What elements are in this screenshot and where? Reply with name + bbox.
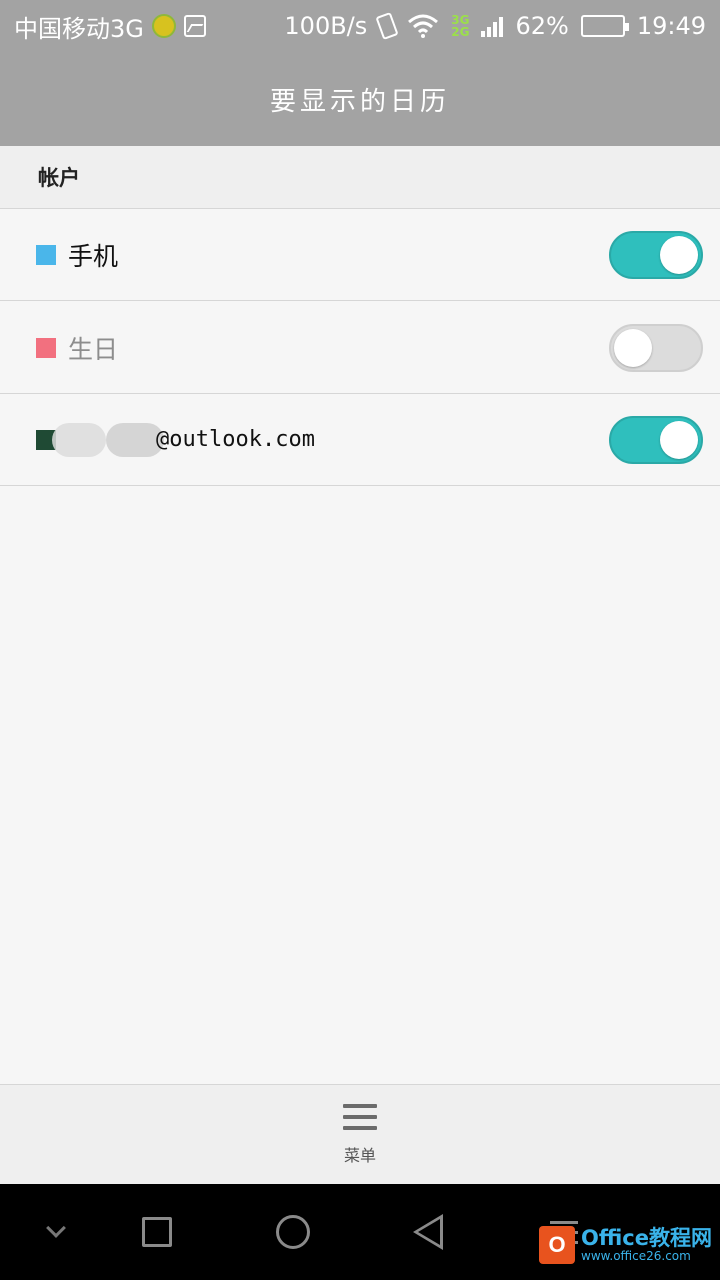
toggle-phone[interactable] <box>609 230 703 279</box>
nav-home-button[interactable] <box>263 1184 323 1280</box>
chevron-down-icon[interactable] <box>46 1218 66 1238</box>
calendar-label-outlook: @outlook.com <box>156 427 315 452</box>
nav-back-button[interactable] <box>398 1184 458 1280</box>
battery-percent: 62% <box>515 12 569 40</box>
nav-recents-button[interactable] <box>127 1184 187 1280</box>
calendar-row-phone[interactable]: 手机 <box>0 209 720 301</box>
calendar-color-swatch <box>36 337 56 358</box>
watermark-url: www.office26.com <box>581 1249 691 1263</box>
toggle-knob[interactable] <box>660 420 698 459</box>
redacted-email-part <box>52 422 106 457</box>
nav-dropdown-button[interactable] <box>30 1184 82 1280</box>
toggle-outlook[interactable] <box>609 415 703 464</box>
carrier-name: 中国移动3G <box>14 14 144 43</box>
recents-icon[interactable] <box>142 1217 172 1247</box>
menu-label: 菜单 <box>343 1145 376 1165</box>
office-logo-icon: O <box>539 1226 576 1264</box>
status-bar: 中国移动3G 100B/s 3G 2G 62% 19:49 <box>0 0 720 52</box>
signal-strength-icon <box>481 15 504 37</box>
home-icon[interactable] <box>276 1215 310 1249</box>
calendar-color-swatch <box>36 244 56 265</box>
menu-icon[interactable] <box>343 1103 377 1130</box>
watermark-title: Office教程网 <box>581 1226 712 1250</box>
network-type-2g: 2G <box>451 25 470 39</box>
network-speed: 100B/s <box>284 12 368 40</box>
calendar-label-birthday: 生日 <box>68 334 119 364</box>
calendar-row-outlook[interactable]: @outlook.com <box>0 394 720 486</box>
calendar-label-phone: 手机 <box>68 241 119 271</box>
network-type-badge: 3G 2G <box>451 14 469 38</box>
back-icon[interactable] <box>413 1214 443 1250</box>
calendar-row-birthday[interactable]: 生日 <box>0 302 720 394</box>
wifi-icon <box>408 14 439 38</box>
toggle-birthday[interactable] <box>609 323 703 372</box>
page-title: 要显示的日历 <box>269 86 450 117</box>
china-mobile-app-icon <box>151 14 176 38</box>
toggle-knob[interactable] <box>660 235 698 274</box>
image-notification-icon <box>183 15 206 37</box>
clock: 19:49 <box>636 12 706 40</box>
vibrate-icon <box>375 11 399 41</box>
battery-icon <box>580 15 629 37</box>
title-bar: 要显示的日历 <box>0 52 720 146</box>
section-header-accounts: 帐户 <box>0 146 720 209</box>
bottom-menu-button[interactable]: 菜单 <box>0 1084 720 1184</box>
toggle-knob[interactable] <box>614 328 652 367</box>
watermark: O Office教程网 www.office26.com <box>539 1226 712 1264</box>
